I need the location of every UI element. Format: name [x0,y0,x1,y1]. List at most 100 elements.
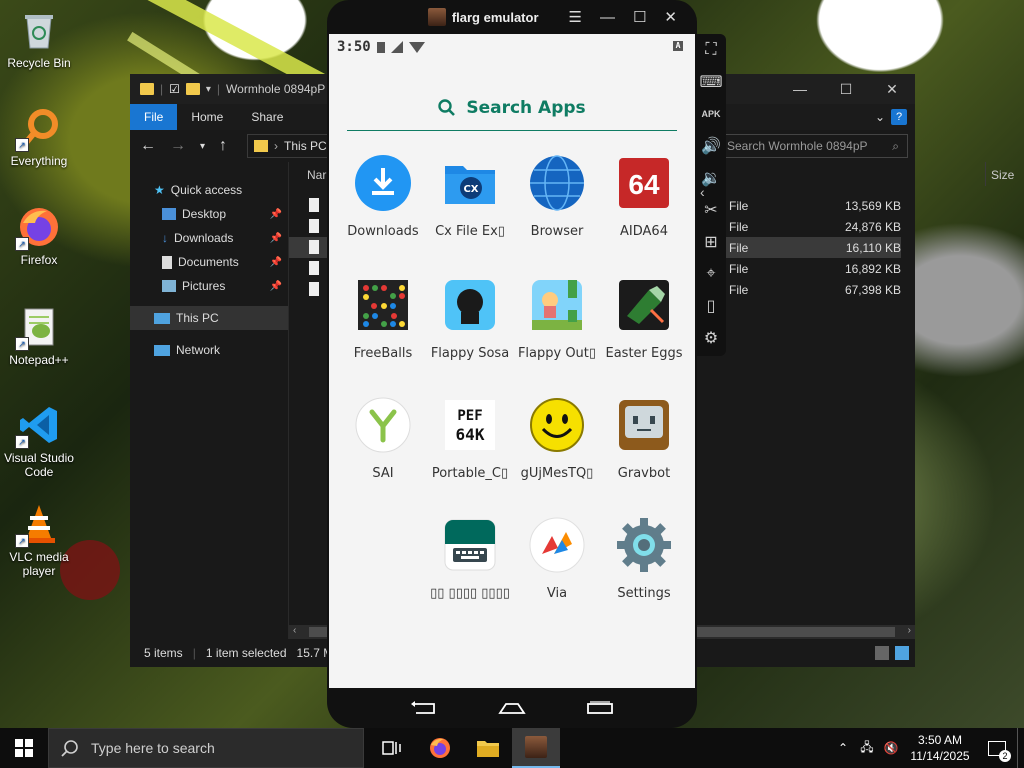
ribbon-tab-home[interactable]: Home [177,104,237,130]
taskbar-file-explorer[interactable] [464,728,512,768]
taskbar-clock[interactable]: 3:50 AM 11/14/2025 [903,732,977,764]
nav-item-desktop[interactable]: Desktop 📌 [130,202,288,226]
sai-icon [354,396,412,454]
file-type: File [729,199,749,213]
emulator-title-bar: flarg emulator ☰ — ☐ ✕ [327,0,697,34]
explorer-search-input[interactable]: Search Wormhole 0894pP ⌕ [720,134,908,158]
star-icon: ★ [154,183,165,197]
network-status-icon[interactable]: 🖧 [855,738,879,759]
app-portable-c[interactable]: PEF 64K Portable_C▯ [426,396,514,481]
large-icons-view-icon[interactable] [895,646,909,660]
app-flappy-out[interactable]: Flappy Out▯ [513,276,601,361]
recent-locations-icon[interactable]: ▾ [200,141,205,152]
desktop-icon-vscode[interactable]: ↗ Visual Studio Code [4,403,74,479]
forward-arrow-icon[interactable]: → [170,137,186,155]
ribbon-tab-file[interactable]: File [130,104,178,130]
search-apps-bar[interactable]: Search Apps [347,86,677,131]
desktop-icon-notepad-plus-plus[interactable]: ↗ Notepad++ [4,305,74,367]
quick-access-dropdown-icon[interactable]: ▾ [206,84,211,95]
close-button[interactable]: ✕ [664,8,677,26]
fullscreen-icon[interactable]: ⛶ [696,34,726,66]
scroll-left-icon[interactable]: ‹ [293,625,296,636]
minimize-button[interactable]: — [777,74,823,104]
firefox-icon: ↗ [15,205,61,251]
maximize-button[interactable]: ☐ [633,8,646,26]
taskbar-firefox[interactable] [416,728,464,768]
file-size: 24,876 KB [844,220,901,234]
nav-item-network[interactable]: Network [130,338,288,362]
task-view-icon [382,741,401,755]
properties-icon[interactable]: ☑ [169,82,180,96]
keyboard-icon[interactable]: ⌨ [696,66,726,98]
add-instance-icon[interactable]: ⊞ [696,226,726,258]
gravbot-icon [615,396,673,454]
nav-item-this-pc[interactable]: This PC [130,306,288,330]
app-easter-eggs[interactable]: Easter Eggs [600,276,688,361]
column-header-size[interactable]: Size [991,168,1014,182]
file-type: File [729,220,749,234]
desktop-icon-firefox[interactable]: ↗ Firefox [4,205,74,267]
app-settings[interactable]: Settings [600,516,688,601]
task-view-button[interactable] [368,728,416,768]
notepad-plus-plus-icon: ↗ [15,305,61,351]
up-arrow-icon[interactable]: ↑ [219,137,227,155]
pin-icon: 📌 [269,232,282,244]
ribbon-expand-icon[interactable]: ⌄ [869,104,891,130]
nav-item-quick-access[interactable]: ★ Quick access [130,178,288,202]
desktop-icon-vlc[interactable]: ↗ VLC media player [4,502,74,578]
nav-item-label: Desktop [182,207,227,221]
app-aida64[interactable]: 64 AIDA64 [600,154,688,239]
back-icon[interactable] [410,701,438,715]
app-gravbot[interactable]: Gravbot [600,396,688,481]
volume-up-icon[interactable]: 🔊 [696,130,726,162]
shake-icon[interactable]: ▯ [696,290,726,322]
start-button[interactable] [0,728,48,768]
app-gujmestq[interactable]: gUjMesTQ▯ [513,396,601,481]
app-via[interactable]: Via [513,516,601,601]
help-icon[interactable]: ? [891,109,907,125]
notification-center-button[interactable]: 2 [977,728,1017,768]
show-desktop-button[interactable] [1017,728,1024,768]
home-icon[interactable] [498,701,526,715]
desktop-icon-recycle-bin[interactable]: Recycle Bin [4,8,74,70]
back-arrow-icon[interactable]: ← [140,137,156,155]
nav-item-label: Pictures [182,279,226,293]
column-header-name[interactable]: Nar [307,168,326,182]
collapse-toolbar-icon[interactable]: ‹ [700,184,705,200]
nav-item-documents[interactable]: Documents 📌 [130,250,288,274]
nav-item-label: Documents [178,255,239,269]
install-apk-icon[interactable]: APK [696,98,726,130]
windows-taskbar: Type here to search ⌃ 🖧 🔇 3:50 AM 11/14/… [0,728,1024,768]
taskbar-flarg-emulator[interactable] [512,728,560,768]
app-browser[interactable]: Browser [513,154,601,239]
app-downloads[interactable]: Downloads [339,154,427,239]
recent-apps-icon[interactable] [586,701,614,715]
android-nav-bar [327,688,697,728]
nav-item-downloads[interactable]: ↓ Downloads 📌 [130,226,288,250]
ribbon-tab-share[interactable]: Share [237,104,297,130]
chevron-up-icon[interactable]: ⌃ [831,741,855,755]
file-icon [309,282,319,296]
app-sai[interactable]: SAI [339,396,427,481]
app-keyboard[interactable]: ▯▯ ▯▯▯▯ ▯▯▯▯ [426,516,514,601]
app-cx-file-explorer[interactable]: CX Cx File Ex▯ [426,154,514,239]
settings-gear-icon[interactable]: ⚙ [696,322,726,354]
close-button[interactable]: ✕ [869,74,915,104]
taskbar-search-input[interactable]: Type here to search [48,728,364,768]
file-type: File [729,241,749,255]
vscode-icon: ↗ [15,403,61,449]
nav-item-pictures[interactable]: Pictures 📌 [130,274,288,298]
details-view-icon[interactable] [875,646,889,660]
app-flappy-sosa[interactable]: Flappy Sosa [426,276,514,361]
status-selected: 1 item selected [205,646,287,660]
menu-icon[interactable]: ☰ [569,8,582,26]
scroll-right-icon[interactable]: › [908,625,911,636]
maximize-button[interactable]: ☐ [823,74,869,104]
desktop-icon-everything[interactable]: ↗ Everything [4,106,74,168]
clock-date: 11/14/2025 [910,749,970,763]
minimize-button[interactable]: — [600,9,615,26]
volume-muted-icon[interactable]: 🔇 [879,741,903,755]
location-icon[interactable]: ⌖ [696,258,726,290]
new-folder-icon[interactable] [185,83,200,95]
app-freeballs[interactable]: FreeBalls [339,276,427,361]
